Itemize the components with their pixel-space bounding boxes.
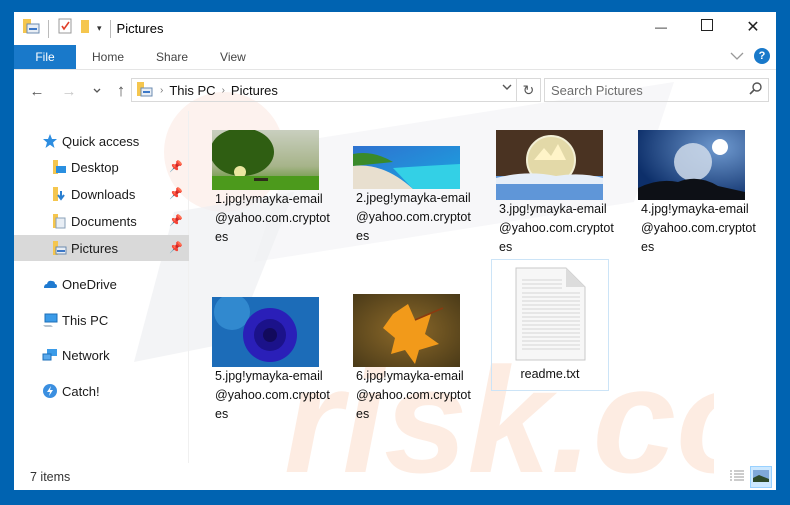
customize-toolbar-dropdown-icon[interactable]: ▾ <box>97 23 102 34</box>
toolbar-separator <box>48 19 49 38</box>
navigation-bar: ← → ↑ › This PC › Pictures ↻ Search Pict… <box>14 71 776 111</box>
sidebar-item-desktop[interactable]: Desktop 📌 <box>14 154 189 180</box>
search-box[interactable]: Search Pictures <box>544 78 769 102</box>
quick-access-toolbar: ▾ <box>14 18 115 39</box>
expand-ribbon-chevron-icon[interactable] <box>730 49 744 63</box>
tab-share[interactable]: Share <box>138 45 202 69</box>
downloads-folder-icon <box>51 186 67 202</box>
sidebar-item-catch[interactable]: Catch! <box>14 378 189 404</box>
pin-icon[interactable]: 📌 <box>169 241 183 254</box>
star-icon <box>42 133 58 149</box>
pin-icon[interactable]: 📌 <box>169 214 183 227</box>
sidebar-item-downloads[interactable]: Downloads 📌 <box>14 181 189 207</box>
file-item[interactable]: 4.jpg!ymayka-email@yahoo.com.cryptotes <box>638 130 756 257</box>
sidebar-item-network[interactable]: Network <box>14 342 189 368</box>
toolbar-separator <box>109 19 111 38</box>
sidebar-item-onedrive[interactable]: OneDrive <box>14 271 189 297</box>
pictures-location-icon <box>136 81 154 100</box>
thumbnail-frozen-bubble-sun <box>638 130 745 200</box>
file-item[interactable]: 6.jpg!ymayka-email@yahoo.com.cryptotes <box>353 294 471 424</box>
up-button[interactable]: ↑ <box>110 81 132 101</box>
status-bar: 7 items <box>14 464 776 490</box>
maximize-button[interactable] <box>684 12 730 42</box>
maximize-icon <box>701 18 713 36</box>
close-icon: ✕ <box>746 19 760 36</box>
documents-folder-icon <box>51 213 67 229</box>
tab-view[interactable]: View <box>202 45 260 69</box>
details-view-button[interactable] <box>726 466 748 488</box>
file-item[interactable]: 3.jpg!ymayka-email@yahoo.com.cryptotes <box>496 130 614 257</box>
thumbnail-autumn-maple-leaf <box>353 294 460 367</box>
breadcrumb-separator[interactable]: › <box>160 85 163 96</box>
help-button[interactable]: ? <box>754 48 770 64</box>
file-name: 4.jpg!ymayka-email@yahoo.com.cryptotes <box>641 202 756 254</box>
thumbnail-blue-rose <box>212 297 319 367</box>
sidebar-item-label: Pictures <box>71 240 118 256</box>
minimize-icon: — <box>655 20 667 34</box>
address-bar[interactable]: › This PC › Pictures ↻ <box>131 78 541 102</box>
sidebar-item-quick-access[interactable]: Quick access <box>14 128 189 154</box>
file-item[interactable]: 1.jpg!ymayka-email@yahoo.com.cryptotes <box>212 130 330 247</box>
explorer-folder-icon <box>22 18 40 39</box>
file-name: 3.jpg!ymayka-email@yahoo.com.cryptotes <box>499 202 614 254</box>
forward-button[interactable]: → <box>58 83 80 100</box>
onedrive-cloud-icon <box>42 276 58 292</box>
pictures-folder-icon <box>51 240 67 256</box>
file-item[interactable]: 5.jpg!ymayka-email@yahoo.com.cryptotes <box>212 297 330 424</box>
new-folder-icon[interactable] <box>77 18 93 39</box>
sidebar-item-label: Catch! <box>62 383 100 399</box>
sidebar-item-this-pc[interactable]: This PC <box>14 307 189 333</box>
large-icons-view-icon <box>753 469 769 485</box>
sidebar-item-label: Desktop <box>71 159 119 175</box>
recent-locations-button[interactable] <box>86 86 108 97</box>
file-name: 6.jpg!ymayka-email@yahoo.com.cryptotes <box>356 369 471 421</box>
address-history-dropdown[interactable] <box>502 82 512 94</box>
sidebar-item-label: Downloads <box>71 186 136 202</box>
thumbnail-tropical-beach <box>353 146 460 189</box>
search-input[interactable]: Search Pictures <box>551 83 643 98</box>
file-explorer-window: risk.com ▾ Pictures — ✕ File Home Sh <box>14 12 776 490</box>
title-bar: ▾ Pictures — ✕ <box>14 12 776 45</box>
breadcrumb-separator[interactable]: › <box>222 85 225 96</box>
tab-home[interactable]: Home <box>76 45 138 69</box>
ribbon-tabs: File Home Share View ? <box>14 45 776 70</box>
pin-icon[interactable]: 📌 <box>169 160 183 173</box>
navigation-pane: Quick access Desktop 📌 Downloads 📌 Docum… <box>14 111 189 463</box>
file-item-readme[interactable]: readme.txt <box>491 259 609 391</box>
properties-icon[interactable] <box>57 18 73 39</box>
sidebar-item-label: OneDrive <box>62 276 117 292</box>
refresh-button[interactable]: ↻ <box>516 79 540 101</box>
breadcrumb-this-pc[interactable]: This PC <box>169 83 215 98</box>
item-count: 7 items <box>30 470 71 484</box>
catch-icon <box>42 383 58 399</box>
sidebar-item-pictures[interactable]: Pictures 📌 <box>14 235 189 261</box>
network-icon <box>42 347 58 363</box>
close-button[interactable]: ✕ <box>730 12 776 42</box>
tab-file[interactable]: File <box>14 45 76 69</box>
large-icons-view-button[interactable] <box>750 466 772 488</box>
text-document-icon <box>515 267 586 361</box>
window-title: Pictures <box>116 21 164 36</box>
file-name: 2.jpeg!ymayka-email@yahoo.com.cryptotes <box>356 191 471 243</box>
thumbnail-green-tree-sunset <box>212 130 319 190</box>
desktop-folder-icon <box>51 159 67 175</box>
minimize-button[interactable]: — <box>638 12 684 42</box>
file-name: 5.jpg!ymayka-email@yahoo.com.cryptotes <box>215 369 330 421</box>
sidebar-item-label: Documents <box>71 213 137 229</box>
pin-icon[interactable]: 📌 <box>169 187 183 200</box>
details-view-icon <box>729 469 745 486</box>
back-button[interactable]: ← <box>26 83 48 100</box>
file-name: readme.txt <box>520 367 580 381</box>
sidebar-item-documents[interactable]: Documents 📌 <box>14 208 189 234</box>
search-icon[interactable] <box>749 82 762 98</box>
computer-icon <box>42 312 58 328</box>
sidebar-item-label: This PC <box>62 312 109 328</box>
sidebar-item-label: Quick access <box>62 133 140 149</box>
breadcrumb-pictures[interactable]: Pictures <box>231 83 278 98</box>
thumbnail-frozen-bubble-snow <box>496 130 603 200</box>
file-list: 1.jpg!ymayka-email@yahoo.com.cryptotes 2… <box>190 111 776 463</box>
sidebar-item-label: Network <box>62 347 110 363</box>
file-item[interactable]: 2.jpeg!ymayka-email@yahoo.com.cryptotes <box>353 146 471 246</box>
file-name: 1.jpg!ymayka-email@yahoo.com.cryptotes <box>215 192 330 244</box>
